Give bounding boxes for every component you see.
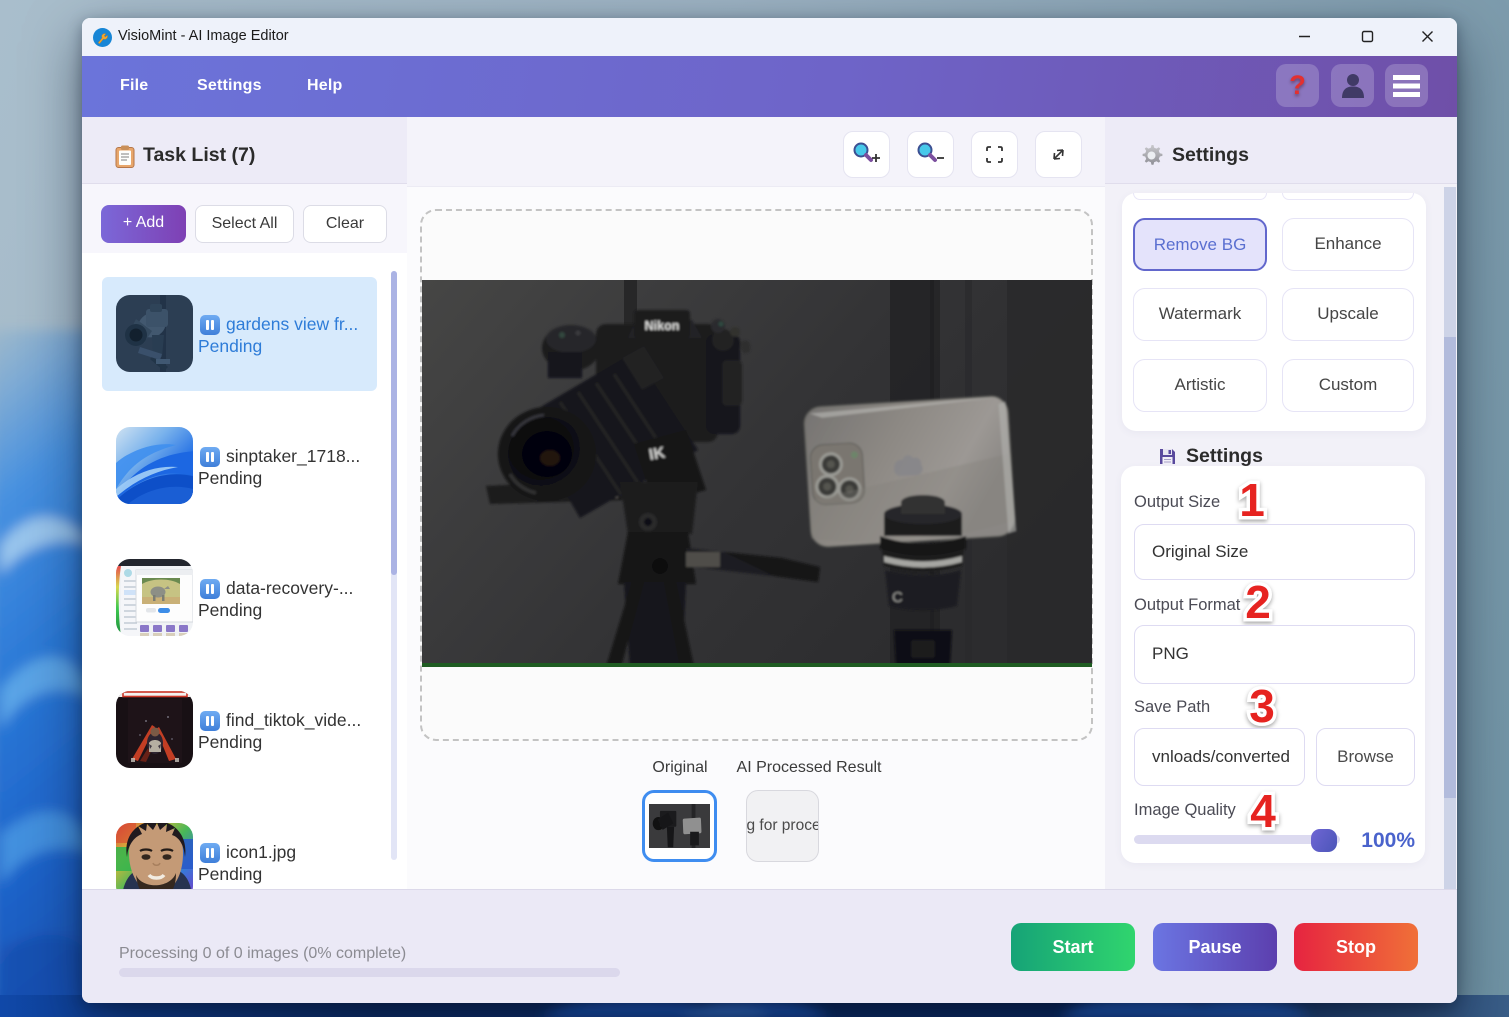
svg-text:2: 2 bbox=[1245, 576, 1271, 628]
svg-text:1: 1 bbox=[1239, 474, 1265, 526]
svg-text:Nikon: Nikon bbox=[645, 319, 680, 333]
svg-text:3: 3 bbox=[1249, 680, 1275, 732]
svg-text:4: 4 bbox=[1250, 785, 1276, 837]
svg-text:C: C bbox=[892, 589, 903, 606]
